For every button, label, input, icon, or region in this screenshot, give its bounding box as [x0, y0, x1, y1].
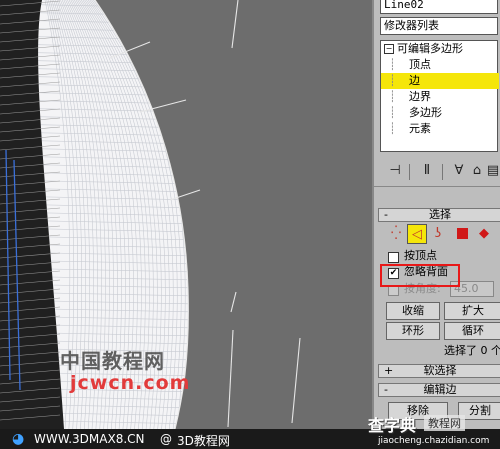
modifier-stack: − 可编辑多边形 ┊ 顶点 ┊ 边 ┊ 边界 ┊ 多边形 ┊ 元素	[380, 40, 499, 152]
object-name-field[interactable]: Line02	[380, 0, 498, 14]
selection-count: 选择了 0 个	[444, 344, 500, 357]
stack-item-vertex[interactable]: ┊ 顶点	[381, 57, 499, 73]
shrink-button[interactable]: 收缩	[386, 302, 440, 320]
collapse-minus-icon[interactable]: −	[384, 44, 394, 54]
make-unique-icon[interactable]: ∀	[450, 162, 468, 180]
configure-sets-icon[interactable]: ▤	[484, 162, 500, 180]
stack-toolbar: ⊣ Ⅱ ∀ ⌂ ▤	[374, 160, 500, 184]
viewport[interactable]: 中国教程网 jcwcn.com	[0, 0, 372, 429]
stack-item-border[interactable]: ┊ 边界	[381, 89, 499, 105]
pin-stack-icon[interactable]: ⊣	[386, 162, 404, 180]
edge-icon[interactable]: ◁	[407, 224, 427, 244]
by-vertex-checkbox[interactable]	[388, 252, 399, 263]
edit-edges-rollout-header[interactable]: - 编辑边	[378, 383, 500, 397]
watermark-site-cn: 中国教程网	[60, 349, 165, 373]
watermark-jiaocheng: 教程网	[424, 415, 465, 431]
command-panel: Line02 修改器列表 − 可编辑多边形 ┊ 顶点 ┊ 边 ┊ 边界 ┊ 多边…	[372, 0, 500, 429]
stack-item-editable-poly[interactable]: − 可编辑多边形	[381, 41, 499, 57]
selection-rollout-header[interactable]: - 选择	[378, 208, 500, 222]
footer-url: WWW.3DMAX8.CN	[34, 432, 145, 446]
soft-selection-rollout-header[interactable]: + 软选择	[378, 364, 500, 378]
modifier-list-dropdown[interactable]: 修改器列表	[380, 17, 498, 35]
element-icon[interactable]: ◆	[474, 224, 494, 244]
watermark-chazidian: 查字典	[368, 416, 417, 435]
loop-button[interactable]: 循环	[444, 322, 500, 340]
annotation-highlight-box	[380, 264, 460, 287]
ring-button[interactable]: 环形	[386, 322, 440, 340]
show-end-result-icon[interactable]: Ⅱ	[418, 162, 436, 180]
vertex-icon[interactable]: ⁛	[386, 224, 406, 244]
watermark-site-url: jcwcn.com	[70, 372, 191, 394]
footer-at: @	[160, 432, 172, 446]
watermark-url: jiaocheng.chazidian.com	[378, 436, 490, 446]
polygon-icon[interactable]	[452, 224, 472, 244]
stack-item-edge[interactable]: ┊ 边	[381, 73, 499, 89]
border-icon[interactable]: ʖ	[428, 224, 448, 244]
stack-item-element[interactable]: ┊ 元素	[381, 121, 499, 137]
by-vertex-label: 按顶点	[404, 249, 437, 262]
footer-site-name: 3D教程网	[177, 434, 230, 448]
logo-swirl-icon: ◕	[12, 431, 25, 447]
stack-item-polygon[interactable]: ┊ 多边形	[381, 105, 499, 121]
grow-button[interactable]: 扩大	[444, 302, 500, 320]
viewport-mesh	[0, 0, 301, 429]
